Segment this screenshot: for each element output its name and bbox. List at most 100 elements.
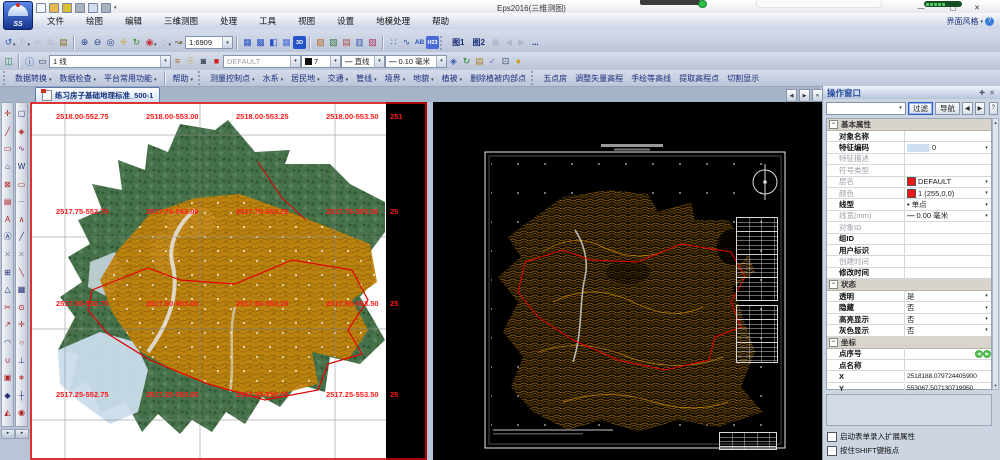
navigate-button[interactable]: 导航	[935, 102, 960, 115]
text-icon[interactable]: A	[2, 211, 13, 229]
tool-command-3[interactable]: 提取高程点	[675, 71, 723, 85]
property-value[interactable]: 553067.507130719950	[905, 383, 991, 393]
close-button[interactable]: ✕	[968, 4, 986, 13]
panel-checkbox-1[interactable]: 按住SHIFT键拖点	[827, 445, 915, 456]
cross-icon[interactable]: ✛	[16, 316, 27, 334]
pin-icon[interactable]: ✚	[977, 89, 987, 97]
grid-box-icon[interactable]: ▣	[2, 369, 13, 387]
save-view-icon[interactable]: ▣	[489, 36, 502, 49]
feature-menu-0[interactable]: 测量控制点▾	[206, 71, 259, 85]
window-cascade-icon[interactable]: ▩	[254, 36, 267, 49]
plus-grid-icon[interactable]: ┼	[16, 387, 27, 405]
map-preview-4-icon[interactable]: ▥	[353, 36, 366, 49]
copy-icon[interactable]: ⧉	[44, 36, 57, 49]
view2-button[interactable]: 图2	[469, 35, 489, 51]
linetype-combobox[interactable]: —直线▾	[341, 55, 385, 68]
property-value[interactable]	[905, 154, 991, 164]
collapse-icon[interactable]: −	[829, 280, 838, 289]
property-value[interactable]	[905, 245, 991, 255]
chevron-down-icon[interactable]: ▾	[982, 213, 991, 219]
redo-icon[interactable]: ↻	[17, 36, 30, 49]
folder-tool-icon[interactable]: ▢	[16, 105, 27, 123]
paste-icon[interactable]: ▤	[57, 36, 70, 49]
menu-item-1[interactable]: 绘图	[75, 13, 114, 29]
check-icon[interactable]: ✓	[486, 55, 499, 68]
copy-obj-icon[interactable]: ⊞	[2, 263, 13, 281]
section-header-基本属性[interactable]: −基本属性	[827, 119, 991, 131]
arc-icon[interactable]: ◠	[2, 334, 13, 352]
tool-command-4[interactable]: 切割显示	[723, 71, 763, 85]
menu-item-2[interactable]: 编辑	[114, 13, 153, 29]
section-header-状态[interactable]: −状态	[827, 279, 991, 291]
w-symbol-icon[interactable]: W	[16, 158, 27, 176]
view-3d-icon[interactable]: 3D	[293, 36, 306, 49]
chevron-down-icon[interactable]: ▾	[982, 190, 991, 196]
chevron-down-icon[interactable]: ▾	[222, 37, 232, 48]
help-menu-0[interactable]: 帮助▾	[169, 71, 198, 85]
property-value[interactable]: —0.00 毫米▾	[905, 211, 991, 221]
next-tab-button[interactable]: ▶	[799, 89, 810, 102]
property-value[interactable]: 1 (255,0,0)▾	[905, 188, 991, 198]
feature-menu-5[interactable]: 境界▾	[381, 71, 410, 85]
edit-icon[interactable]	[62, 3, 72, 13]
property-value[interactable]	[905, 234, 991, 244]
property-value[interactable]: 否▾	[905, 302, 991, 312]
angle-icon[interactable]: ∧	[16, 211, 27, 229]
section-header-坐标[interactable]: −坐标	[827, 337, 991, 349]
feature-menu-1[interactable]: 水系▾	[259, 71, 288, 85]
close-panel-icon[interactable]: ✕	[987, 89, 997, 97]
menu-item-5[interactable]: 工具	[248, 13, 287, 29]
next-point-button[interactable]: ▶	[983, 350, 991, 358]
menu-item-0[interactable]: 文件	[36, 13, 75, 29]
tool-command-2[interactable]: 手绘等高线	[627, 71, 675, 85]
chevron-down-icon[interactable]: ▾	[982, 202, 991, 208]
model-icon[interactable]: ◫	[2, 55, 15, 68]
menu-item-8[interactable]: 地模处理	[365, 13, 421, 29]
note-icon[interactable]: ▤	[473, 55, 486, 68]
collapse-icon[interactable]: −	[829, 338, 838, 347]
chevron-down-icon[interactable]: ▾	[160, 56, 170, 67]
property-value[interactable]: 2518188.079724405900	[905, 371, 991, 381]
map-preview-1-icon[interactable]: ▧	[314, 36, 327, 49]
toolbox-expander-2[interactable]: ▸	[15, 429, 29, 439]
feature-menu-2[interactable]: 居民地▾	[287, 71, 324, 85]
panel-checkbox-0[interactable]: 启动表单录入扩展属性	[827, 431, 915, 442]
draw-line-icon[interactable]: ╱	[2, 123, 13, 141]
window-split-icon[interactable]: ◧	[267, 36, 280, 49]
text-box-icon[interactable]: Ⓐ	[2, 228, 13, 246]
chevron-down-icon[interactable]: ▾	[374, 56, 384, 67]
map-preview-5-icon[interactable]: ▧	[366, 36, 379, 49]
scroll-down-icon[interactable]: ▼	[993, 382, 998, 389]
layer-combobox[interactable]: DEFAULT▾	[223, 55, 301, 68]
view1-button[interactable]: 图1	[448, 35, 468, 51]
display-bar-icon[interactable]: ▭	[36, 55, 49, 68]
refresh2-icon[interactable]: ↻	[460, 55, 473, 68]
more-button[interactable]: ...	[528, 35, 543, 51]
prev-point-button[interactable]: ◀	[975, 350, 983, 358]
grid-view-icon[interactable]: ▦	[280, 36, 293, 49]
print-settings-icon[interactable]	[101, 3, 111, 13]
toolbar-grip[interactable]	[3, 71, 8, 85]
property-value[interactable]: 否▾	[905, 314, 991, 324]
property-grid-scrollbar[interactable]: ▲ ▼	[992, 118, 999, 390]
interface-style-control[interactable]: 界面风格 ▾ ?	[946, 13, 994, 29]
perp-icon[interactable]: ⊥	[16, 351, 27, 369]
toolbar-grip[interactable]	[440, 36, 445, 50]
data-menu-1[interactable]: 数据检查▾	[56, 71, 101, 85]
frame-icon[interactable]: ▭	[16, 175, 27, 193]
zoom-extent-icon[interactable]: ◎	[104, 36, 117, 49]
color-combobox[interactable]: 7▾	[301, 55, 341, 68]
property-value[interactable]	[905, 256, 991, 266]
draw-polygon-icon[interactable]: ⌂	[2, 158, 13, 176]
next-view-icon[interactable]: ▶	[515, 36, 528, 49]
feature-menu-3[interactable]: 交通▾	[324, 71, 353, 85]
curve-icon[interactable]: ∿	[16, 140, 27, 158]
toolbox-expander-1[interactable]: ▸	[1, 429, 15, 439]
mesh-icon[interactable]: ▦	[16, 281, 27, 299]
next-object-button[interactable]: ▶	[975, 102, 986, 115]
scroll-up-icon[interactable]: ▲	[993, 119, 998, 126]
toolbar-grip[interactable]	[531, 71, 536, 85]
redraw-icon[interactable]: ↻	[130, 36, 143, 49]
chevron-down-icon[interactable]: ▾	[13, 42, 16, 48]
app-logo-icon[interactable]: SS	[3, 1, 33, 30]
